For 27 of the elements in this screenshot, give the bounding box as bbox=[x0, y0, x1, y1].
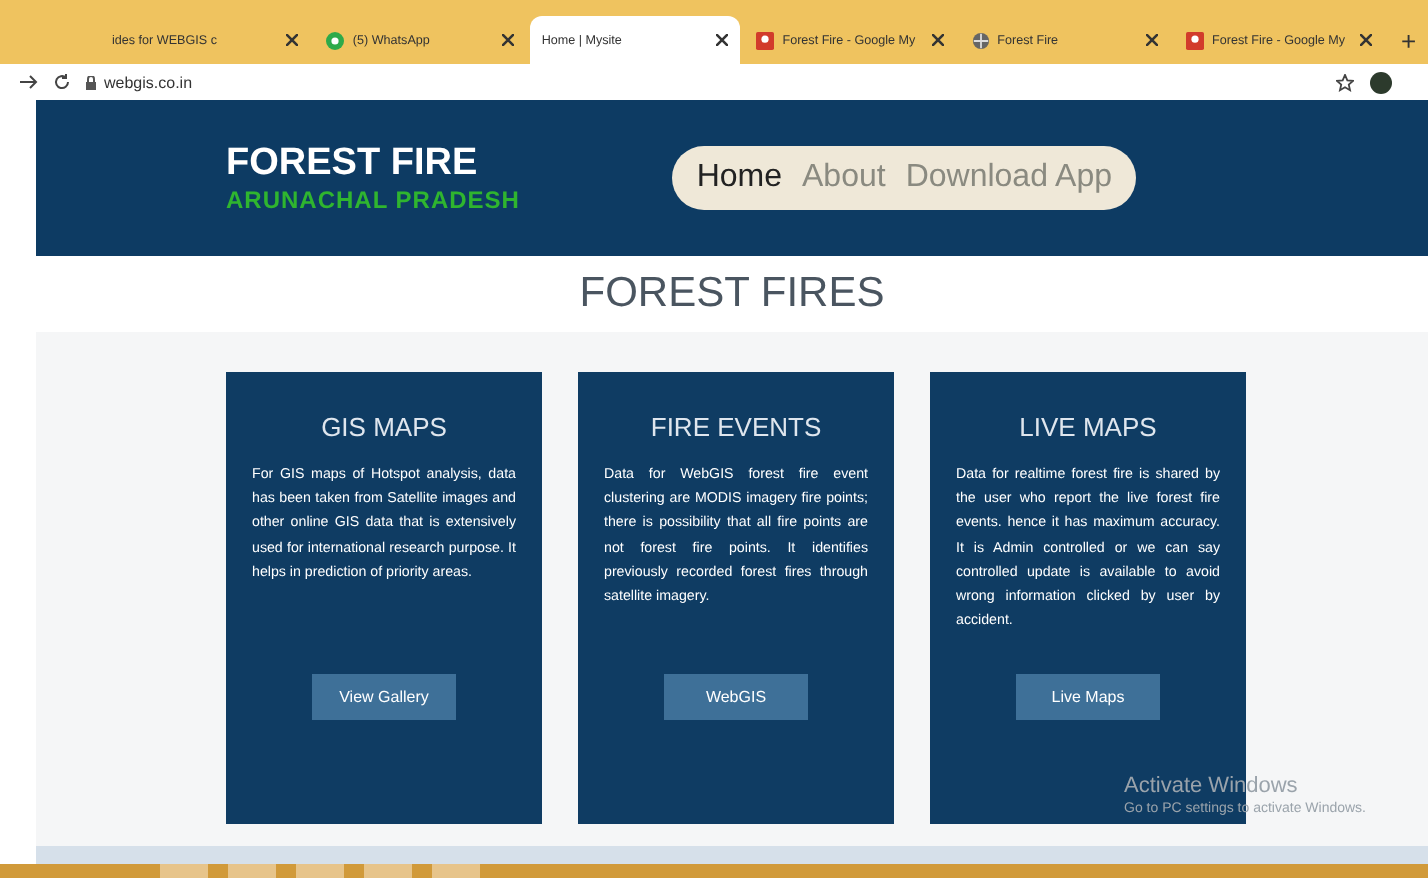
new-tab-button[interactable]: + bbox=[1388, 16, 1428, 64]
card-title: LIVE MAPS bbox=[1019, 412, 1157, 442]
profile-avatar[interactable] bbox=[1370, 71, 1392, 93]
site-title: FOREST FIRE bbox=[226, 142, 480, 186]
close-icon[interactable] bbox=[286, 34, 299, 46]
close-icon[interactable] bbox=[1360, 34, 1373, 46]
chat-icon bbox=[326, 31, 345, 49]
close-icon[interactable] bbox=[1146, 34, 1159, 46]
star-icon[interactable] bbox=[1336, 73, 1354, 91]
address-text[interactable]: webgis.co.in bbox=[104, 73, 193, 91]
card-title: FIRE EVENTS bbox=[650, 412, 822, 442]
card-button[interactable]: WebGIS bbox=[664, 674, 808, 720]
close-icon[interactable] bbox=[716, 34, 729, 46]
reload-icon[interactable] bbox=[54, 74, 70, 90]
card-button[interactable]: Live Maps bbox=[1016, 674, 1160, 720]
forward-icon[interactable] bbox=[20, 74, 38, 90]
close-icon[interactable] bbox=[501, 34, 514, 46]
lock-icon bbox=[86, 75, 96, 89]
pin-icon bbox=[1186, 31, 1205, 49]
card-title: GIS MAPS bbox=[321, 412, 447, 442]
globe-icon bbox=[971, 31, 990, 49]
card-button[interactable]: View Gallery bbox=[312, 674, 456, 720]
section-heading: FOREST FIRES bbox=[579, 270, 885, 318]
site-subtitle: ARUNACHAL PRADESH bbox=[226, 186, 520, 214]
pin-icon bbox=[756, 31, 775, 49]
close-icon[interactable] bbox=[931, 34, 944, 46]
nav-link[interactable]: Home bbox=[696, 160, 782, 196]
